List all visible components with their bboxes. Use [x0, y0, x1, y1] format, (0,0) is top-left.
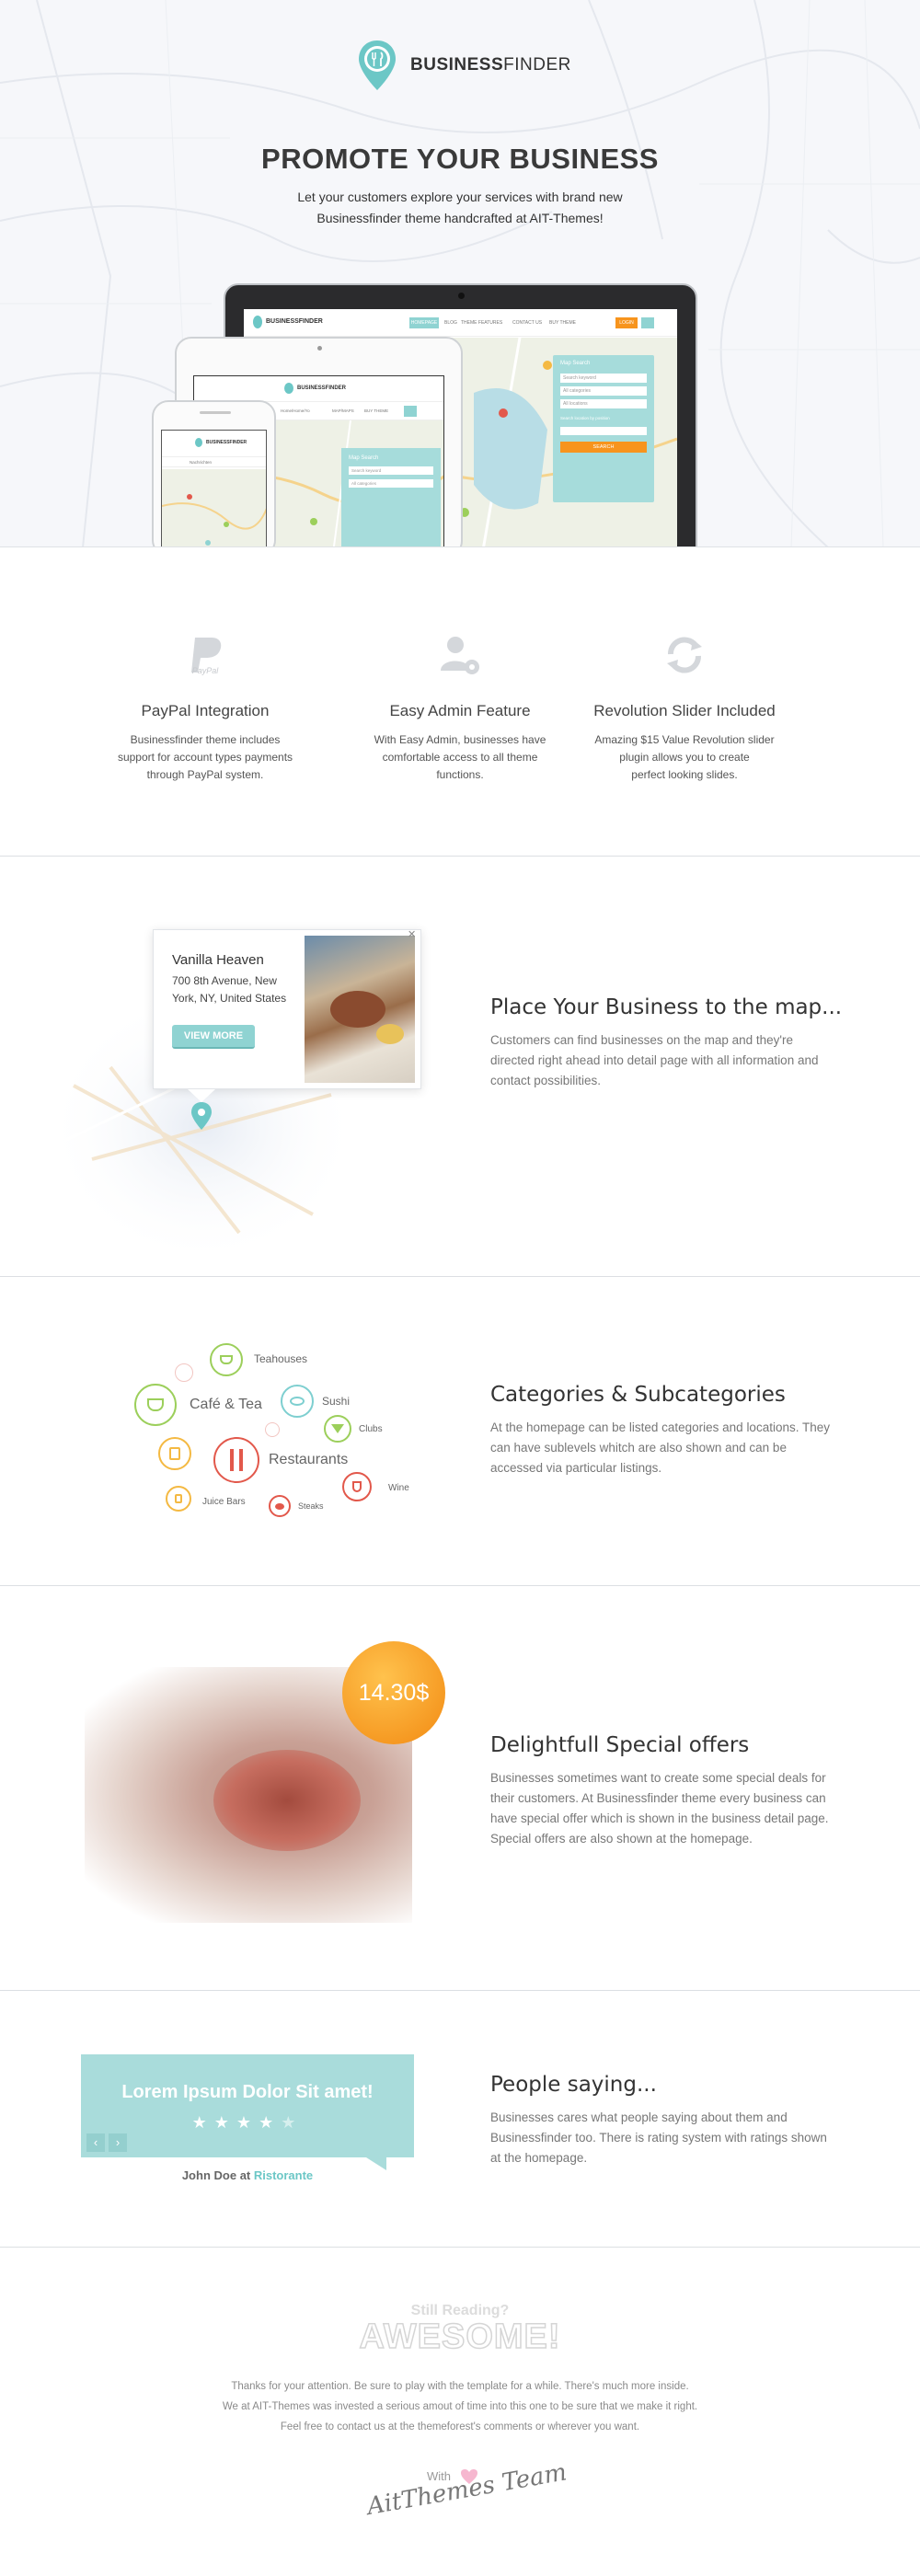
feature-title: Easy Admin Feature [389, 702, 531, 719]
laptop-nav-buy[interactable]: BUY THEME [549, 320, 576, 326]
brand-logo[interactable]: BUSINESSFINDER [357, 39, 571, 92]
tablet-keyword-input[interactable]: Search keyword [349, 466, 433, 475]
category-label: Wine [388, 1483, 409, 1493]
tablet-nav-home[interactable]: Home/Home/Yo [281, 408, 310, 413]
divider [0, 1276, 920, 1277]
map-marker-icon[interactable] [186, 1089, 217, 1132]
testimonial-card: Lorem Ipsum Dolor Sit amet! ★★★★★ ‹ › [81, 2054, 414, 2157]
business-photo [305, 936, 415, 1083]
popup-business-name: Vanilla Heaven [172, 952, 264, 968]
map-pin-icon [359, 40, 396, 90]
laptop-keyword-input[interactable]: Search keyword [560, 374, 647, 383]
hero-subtitle: Let your customers explore your services… [297, 190, 623, 225]
feature-revolution-slider: Revolution Slider Included Amazing $15 V… [592, 630, 776, 784]
hero-section: BUSINESSFINDER PROMOTE YOUR BUSINESS Let… [0, 0, 920, 547]
section-title: Delightfull Special offers [490, 1733, 750, 1757]
laptop-navbar: BUSINESSFINDER HOMEPAGE BLOG THEME FEATU… [244, 309, 677, 337]
divider [0, 2247, 920, 2248]
admin-gear-icon [441, 637, 479, 674]
tablet-nav-buy[interactable]: BUY THEME [364, 408, 388, 413]
laptop-search-button[interactable]: SEARCH [560, 442, 647, 453]
refresh-icon [667, 637, 702, 673]
offers-feature-text: Delightfull Special offers Businesses so… [490, 1733, 858, 1849]
popup-close-icon[interactable]: ✕ [408, 928, 416, 940]
category-label: Clubs [359, 1424, 383, 1434]
testimonial-author: John Doe at Ristorante [181, 2168, 314, 2182]
cafe-icon[interactable] [134, 1384, 177, 1426]
feature-description: With Easy Admin, businesses have comforta… [374, 733, 546, 781]
popup-address: 700 8th Avenue, New York, NY, United Stat… [172, 974, 287, 1005]
feature-description: Amazing $15 Value Revolution slider plugi… [594, 733, 775, 781]
feature-title: Revolution Slider Included [593, 702, 776, 719]
phone-device: BUSINESSFINDER Nachrichten [152, 400, 276, 546]
tablet-search-panel: Map Search Search keyword All categories [341, 448, 441, 546]
laptop-nav-home[interactable]: HOMEPAGE [409, 317, 439, 328]
svg-text:PayPal: PayPal [192, 666, 220, 675]
view-more-button[interactable]: VIEW MORE [172, 1025, 255, 1049]
rating-stars: ★★★★★ [191, 2113, 304, 2132]
categories-cluster: Teahouses Café & Tea Sushi Clubs Restaur… [129, 1334, 423, 1532]
section-title: Place Your Business to the map... [490, 995, 843, 1019]
wine-icon[interactable] [342, 1472, 372, 1501]
section-description: Customers can find businesses on the map… [490, 1033, 819, 1087]
section-description: At the homepage can be listed categories… [490, 1420, 830, 1475]
map-popup: Vanilla Heaven 700 8th Avenue, New York, … [153, 929, 421, 1089]
phone-screen: BUSINESSFINDER Nachrichten [161, 430, 267, 546]
laptop-category-select[interactable]: All categories [560, 386, 647, 396]
sushi-icon[interactable] [281, 1385, 314, 1418]
laptop-nav-features[interactable]: THEME FEATURES [461, 320, 502, 326]
footer-text: Thanks for your attention. Be sure to pl… [222, 2381, 698, 2432]
steaks-icon[interactable] [269, 1495, 291, 1517]
laptop-location-select[interactable]: All locations [560, 399, 647, 408]
laptop-nav-blog[interactable]: BLOG [444, 320, 457, 326]
categories-feature-text: Categories & Subcategories At the homepa… [490, 1383, 858, 1478]
price-badge: 14.30$ [342, 1641, 445, 1744]
juice-bars-icon[interactable] [158, 1437, 191, 1470]
divider [0, 856, 920, 857]
section-title: Categories & Subcategories [490, 1383, 786, 1407]
section-description: Businesses cares what people saying abou… [490, 2110, 827, 2165]
laptop-login-button[interactable]: LOGIN [615, 317, 638, 328]
section-description: Businesses sometimes want to create some… [490, 1771, 829, 1846]
testimonial-quote: Lorem Ipsum Dolor Sit amet! [121, 2082, 374, 2102]
category-label: Teahouses [254, 1352, 308, 1365]
juice-icon-small[interactable] [166, 1486, 191, 1512]
restaurants-icon[interactable] [213, 1437, 259, 1483]
testimonial-next-button[interactable]: › [109, 2133, 127, 2152]
feature-title: PayPal Integration [141, 702, 270, 719]
feature-easy-admin: Easy Admin Feature With Easy Admin, busi… [368, 630, 552, 784]
testimonial-feature-text: People saying... Businesses cares what p… [490, 2073, 858, 2168]
hero-title: PROMOTE YOUR BUSINESS [261, 143, 659, 175]
decor-circle [175, 1363, 193, 1382]
tablet-nav-maps[interactable]: MAP/MAPS [332, 408, 354, 413]
category-label: Café & Tea [190, 1397, 262, 1412]
divider [0, 1585, 920, 1586]
brand-name: BUSINESSFINDER [410, 55, 571, 75]
paypal-icon: PayPal [191, 638, 222, 675]
testimonial-prev-button[interactable]: ‹ [86, 2133, 105, 2152]
clubs-icon[interactable] [324, 1415, 351, 1443]
category-label: Steaks [298, 1501, 324, 1511]
feature-description: Businessfinder theme includes support for… [117, 733, 293, 781]
category-label: Restaurants [269, 1452, 349, 1467]
teahouses-icon[interactable] [210, 1343, 243, 1376]
map-feature-text: Place Your Business to the map... Custom… [490, 995, 858, 1091]
feature-paypal: PayPal PayPal Integration Businessfinder… [113, 630, 297, 784]
awesome-heading: AWESOME! [359, 2317, 561, 2357]
author-company-link[interactable]: Ristorante [254, 2168, 313, 2182]
divider [0, 1990, 920, 1991]
section-title: People saying... [490, 2073, 657, 2097]
laptop-search-panel: Map Search Search keyword All categories… [553, 355, 654, 502]
decor-circle [265, 1422, 280, 1437]
tablet-category-select[interactable]: All categories [349, 479, 433, 488]
laptop-radius-slider[interactable] [560, 427, 647, 435]
laptop-nav-contact[interactable]: CONTACT US [512, 320, 542, 326]
category-label: Juice Bars [202, 1497, 246, 1507]
category-label: Sushi [322, 1395, 351, 1408]
